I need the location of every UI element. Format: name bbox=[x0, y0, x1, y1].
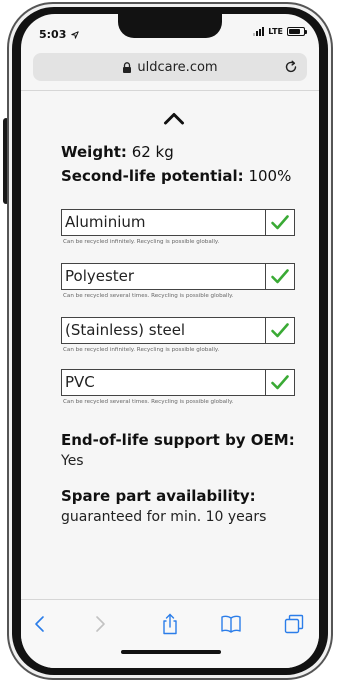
material-name: (Stainless) steel bbox=[65, 321, 186, 339]
address-bar[interactable]: uldcare.com bbox=[33, 53, 307, 81]
notch bbox=[118, 14, 222, 38]
spare-heading: Spare part availability: bbox=[61, 487, 256, 505]
check-box bbox=[265, 318, 294, 343]
check-icon bbox=[271, 375, 289, 390]
bookmarks-icon[interactable] bbox=[220, 613, 242, 635]
material-item: PVC Can be recycled several times. Recyc… bbox=[61, 369, 295, 405]
material-item: (Stainless) steel Can be recycled infini… bbox=[61, 317, 295, 353]
second-life-label: Second-life potential: bbox=[61, 167, 244, 185]
share-icon[interactable] bbox=[159, 613, 181, 635]
material-box: Aluminium bbox=[61, 209, 295, 236]
location-arrow-icon bbox=[71, 31, 79, 39]
reload-icon[interactable] bbox=[284, 60, 298, 74]
spare-value: guaranteed for min. 10 years bbox=[61, 509, 267, 525]
chevron-up-icon[interactable] bbox=[163, 111, 185, 125]
material-box: PVC bbox=[61, 369, 295, 396]
phone-screen: 5:03 LTE uldcare.com Weight: 62 kg Secon… bbox=[21, 14, 319, 668]
eol-value: Yes bbox=[61, 453, 84, 469]
material-item: Polyester Can be recycled several times.… bbox=[61, 263, 295, 299]
material-note: Can be recycled several times. Recycling… bbox=[63, 399, 234, 405]
weight-row: Weight: 62 kg bbox=[61, 143, 174, 161]
second-life-row: Second-life potential: 100% bbox=[61, 167, 291, 185]
clock-time: 5:03 bbox=[39, 28, 67, 41]
check-box bbox=[265, 264, 294, 289]
network-type: LTE bbox=[268, 27, 283, 36]
material-note: Can be recycled infinitely. Recycling is… bbox=[63, 239, 220, 245]
material-item: Aluminium Can be recycled infinitely. Re… bbox=[61, 209, 295, 245]
material-box: Polyester bbox=[61, 263, 295, 290]
status-time: 5:03 bbox=[39, 28, 79, 41]
url-text: uldcare.com bbox=[137, 59, 218, 75]
material-note: Can be recycled infinitely. Recycling is… bbox=[63, 347, 220, 353]
check-box bbox=[265, 370, 294, 395]
forward-arrow-icon[interactable] bbox=[89, 613, 111, 635]
tabs-icon[interactable] bbox=[283, 613, 305, 635]
material-name: Polyester bbox=[65, 267, 135, 285]
check-icon bbox=[271, 269, 289, 284]
browser-toolbar bbox=[21, 599, 319, 668]
check-icon bbox=[271, 215, 289, 230]
material-note: Can be recycled several times. Recycling… bbox=[63, 293, 234, 299]
lock-icon bbox=[123, 61, 132, 73]
material-name: Aluminium bbox=[65, 213, 146, 231]
material-box: (Stainless) steel bbox=[61, 317, 295, 344]
weight-value: 62 kg bbox=[131, 143, 174, 161]
status-indicators: LTE bbox=[253, 27, 307, 36]
back-arrow-icon[interactable] bbox=[29, 613, 51, 635]
home-indicator[interactable] bbox=[121, 650, 221, 654]
second-life-value: 100% bbox=[248, 167, 292, 185]
eol-heading: End-of-life support by OEM: bbox=[61, 431, 295, 449]
check-icon bbox=[271, 323, 289, 338]
signal-bars-icon bbox=[253, 27, 265, 36]
battery-icon bbox=[287, 27, 307, 36]
weight-label: Weight: bbox=[61, 143, 127, 161]
material-name: PVC bbox=[65, 373, 95, 391]
check-box bbox=[265, 210, 294, 235]
page-content: Weight: 62 kg Second-life potential: 100… bbox=[21, 91, 319, 599]
